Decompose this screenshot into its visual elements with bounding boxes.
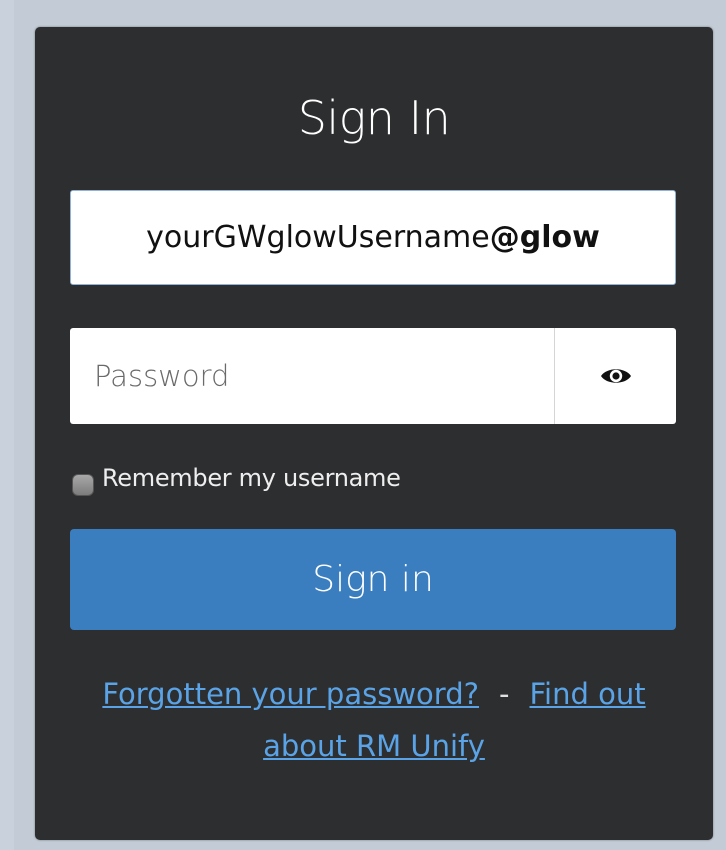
- page-title: Sign In: [297, 91, 451, 145]
- about-rm-unify-link-line1[interactable]: Find out: [529, 677, 645, 711]
- about-rm-unify-link-line2[interactable]: about RM Unify: [263, 729, 485, 763]
- remember-label: Remember my username: [102, 464, 401, 492]
- help-links: Forgotten your password? - Find out about …: [35, 668, 713, 772]
- signin-button[interactable]: Sign in: [70, 529, 676, 630]
- signin-panel: Sign In yourGWglowUsername @glow Remember…: [35, 27, 713, 840]
- password-group: [70, 328, 676, 424]
- remember-checkbox[interactable]: [72, 474, 94, 496]
- link-separator: -: [499, 677, 510, 711]
- remember-row: Remember my username: [72, 460, 401, 496]
- username-domain: @glow: [489, 220, 600, 255]
- username-prefix: yourGWglowUsername: [146, 220, 490, 255]
- password-field[interactable]: [70, 328, 554, 424]
- forgot-password-link[interactable]: Forgotten your password?: [102, 677, 479, 711]
- eye-icon: [600, 369, 631, 383]
- username-field[interactable]: yourGWglowUsername @glow: [70, 190, 676, 285]
- show-password-button[interactable]: [554, 328, 676, 424]
